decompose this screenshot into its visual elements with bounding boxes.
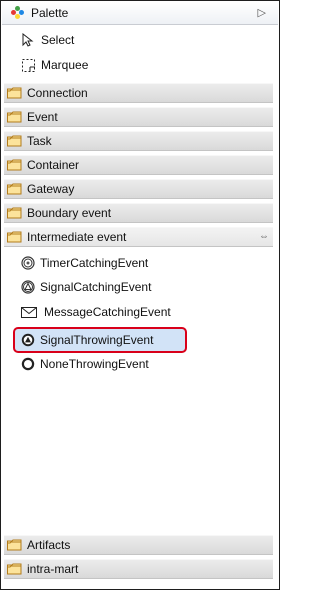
folder-icon [7,111,22,123]
message-envelope-icon [21,307,37,318]
palette-header[interactable]: Palette ▷ [2,2,278,25]
drawer-boundary-event[interactable]: Boundary event [4,203,273,223]
drawer-event[interactable]: Event [4,107,273,127]
drawer-intermediate-event[interactable]: Intermediate event ⇔ [4,227,273,247]
drawer-label: Boundary event [27,206,112,220]
marquee-icon [21,58,35,72]
folder-icon [7,135,22,147]
drawer-container[interactable]: Container [4,155,273,175]
palette-panel: Palette ▷ Select Marquee Connection Even… [0,0,280,590]
signal-catching-icon [21,280,35,294]
drawer-label: Task [27,134,52,148]
palette-icon [11,6,25,20]
drawer-label: Event [27,110,58,124]
entry-signal-catching-event[interactable]: SignalCatchingEvent [21,277,151,297]
drawer-connection[interactable]: Connection [4,83,273,103]
drawer-label: intra-mart [27,562,79,576]
drawer-intra-mart[interactable]: intra-mart [4,559,273,579]
folder-icon [7,539,22,551]
folder-icon [7,207,22,219]
drawer-label: Container [27,158,80,172]
pin-icon[interactable]: ⇔ [259,231,269,242]
entry-label: TimerCatchingEvent [40,256,149,270]
folder-icon [7,563,22,575]
entry-none-throwing-event[interactable]: NoneThrowingEvent [21,354,149,374]
drawer-task[interactable]: Task [4,131,273,151]
drawer-gateway[interactable]: Gateway [4,179,273,199]
select-tool-label: Select [41,33,75,47]
entry-label: NoneThrowingEvent [40,357,149,371]
pointer-arrow-icon [21,33,35,47]
entry-label: SignalCatchingEvent [40,280,152,294]
drawer-artifacts[interactable]: Artifacts [4,535,273,555]
folder-icon [7,159,22,171]
drawer-label: Connection [27,86,88,100]
none-throwing-icon [21,357,35,371]
drawer-label: Intermediate event [27,230,127,244]
select-tool[interactable]: Select [21,30,74,50]
drawer-label: Gateway [27,182,75,196]
collapse-chevron-icon[interactable]: ▷ [258,6,266,19]
drawer-label: Artifacts [27,538,71,552]
folder-open-icon [7,231,22,243]
entry-label: MessageCatchingEvent [44,305,171,319]
marquee-tool-label: Marquee [41,58,89,72]
entry-label: SignalThrowingEvent [40,333,154,347]
entry-signal-throwing-event[interactable]: SignalThrowingEvent [13,327,187,353]
folder-icon [7,87,22,99]
signal-throwing-icon [21,333,35,347]
marquee-tool[interactable]: Marquee [21,55,88,75]
entry-message-catching-event[interactable]: MessageCatchingEvent [21,302,171,322]
entry-timer-catching-event[interactable]: TimerCatchingEvent [21,253,148,273]
palette-title: Palette [31,6,69,20]
folder-icon [7,183,22,195]
timer-event-icon [21,256,35,270]
